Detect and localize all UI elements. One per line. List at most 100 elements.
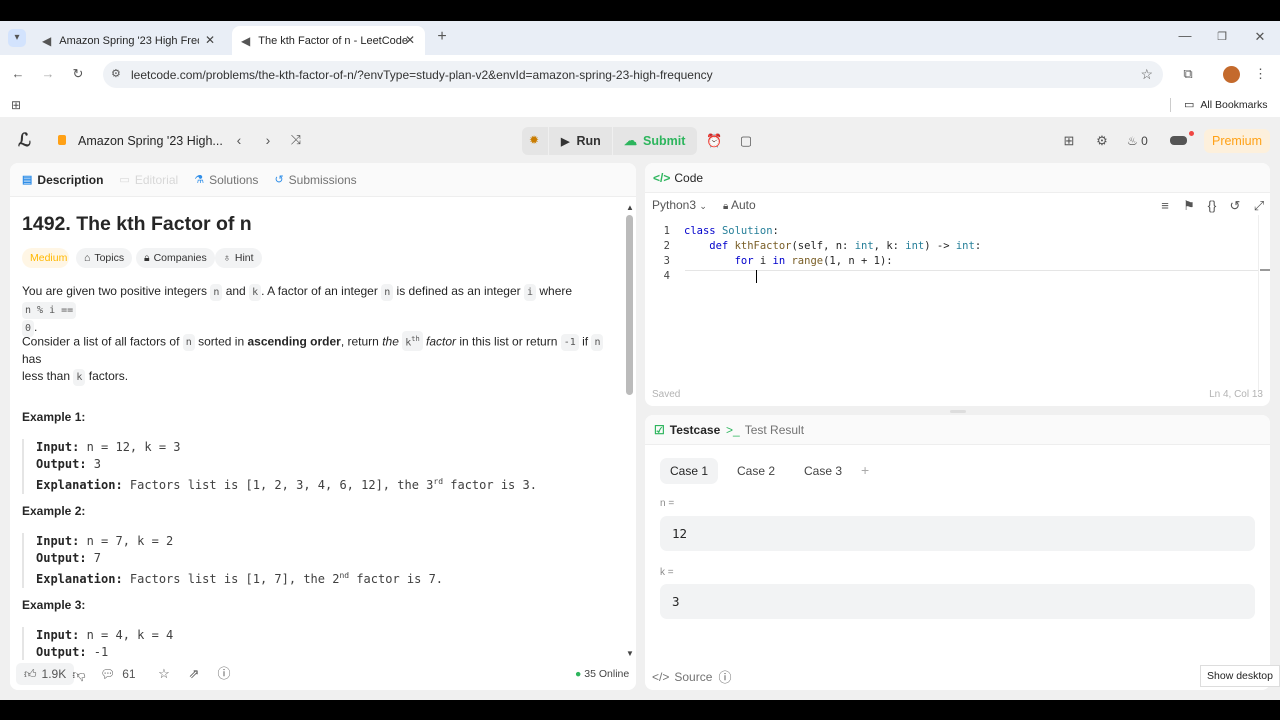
like-button[interactable]: 👍︎ 1.9K (16, 663, 75, 685)
class-name: Solution (721, 225, 773, 237)
lock-icon: 🔒︎ (723, 201, 729, 212)
close-tab-icon[interactable]: ✕ (205, 33, 215, 47)
code-i: i (523, 284, 537, 301)
tab-amazon-study-plan[interactable]: ◀ Amazon Spring '23 High Frequ ✕ (33, 26, 225, 55)
difficulty-badge[interactable]: Medium (22, 248, 69, 268)
run-button[interactable]: ▶ Run (549, 127, 612, 155)
tab-label: Description (37, 172, 104, 187)
tab-testcase[interactable]: ☑ Testcase (654, 423, 720, 437)
text: factors. (85, 369, 129, 384)
tab-kth-factor[interactable]: ◀ The kth Factor of n - LeetCode ✕ (232, 26, 425, 55)
submit-button[interactable]: ☁ Submit (613, 127, 697, 155)
auto-mode[interactable]: 🔒︎ Auto (723, 198, 756, 212)
reload-icon[interactable]: ↻ (70, 66, 86, 82)
description-panel: ▤ Description ▭ Editorial ⚗ Solutions ↺ Subm… (10, 163, 636, 690)
thumbs-down-icon[interactable]: 👎︎ (72, 667, 86, 683)
example-output: Output: 7 (36, 550, 443, 567)
problem-paragraph-1: You are given two positive integers n an… (22, 283, 617, 337)
forward-icon[interactable]: → (40, 66, 56, 82)
restore-icon[interactable]: ❐ (1215, 29, 1229, 45)
divider (1170, 98, 1171, 112)
problem-title: 1492. The kth Factor of n (22, 213, 252, 235)
tab-solutions[interactable]: ⚗ Solutions (194, 173, 258, 187)
tab-submissions[interactable]: ↺ Submissions (274, 173, 356, 187)
tab-editorial[interactable]: ▭ Editorial (119, 173, 178, 187)
description-scrollbar[interactable]: ▲ ▼ (626, 203, 634, 658)
input-value: n = 7, k = 2 (79, 534, 174, 548)
apps-grid-icon[interactable]: ⊞ (9, 97, 23, 113)
prev-problem-icon[interactable]: ‹ (233, 132, 245, 148)
help-icon[interactable]: ⓘ (217, 666, 231, 682)
back-icon[interactable]: ← (10, 66, 26, 82)
tab-code[interactable]: </> Code (653, 171, 703, 185)
avatar[interactable] (1170, 136, 1187, 145)
next-problem-icon[interactable]: › (262, 132, 274, 148)
site-info-icon[interactable]: ⚙ (111, 67, 121, 80)
timer-icon[interactable]: ⏰ (706, 133, 722, 149)
fire-icon: ♨ (1127, 134, 1138, 148)
close-tab-icon[interactable]: ✕ (405, 33, 415, 47)
example-1-block: Input: n = 12, k = 3 Output: 3 Explanati… (22, 439, 537, 494)
browser-tab-bar: ▾ ◀ Amazon Spring '23 High Frequ ✕ ◀ The… (0, 21, 1280, 55)
share-icon[interactable]: ⇗ (187, 666, 201, 682)
likes-count: 1.9K (41, 667, 67, 681)
param-k-input[interactable]: 3 (660, 584, 1255, 619)
language-select[interactable]: Python3 ⌄ (652, 198, 707, 212)
notes-icon[interactable]: ▢ (738, 133, 754, 149)
braces-icon[interactable]: {} (1205, 198, 1219, 214)
source-button[interactable]: </> Source (652, 670, 712, 684)
study-plan-title[interactable]: Amazon Spring '23 High... (78, 134, 223, 148)
reset-icon[interactable]: ↺ (1228, 198, 1242, 214)
text: if (578, 334, 592, 349)
comment-icon: 💬︎ (100, 667, 116, 681)
keyword: class (684, 225, 722, 237)
all-bookmarks[interactable]: ▭ All Bookmarks (1184, 98, 1268, 112)
topics-button[interactable]: ⌂ Topics (76, 248, 133, 268)
help-icon[interactable]: ⓘ (718, 670, 732, 686)
tab-search-icon[interactable]: ▾ (8, 29, 26, 47)
param-n-input[interactable]: 12 (660, 516, 1255, 551)
scroll-up-icon[interactable]: ▲ (626, 203, 634, 212)
leetcode-logo-icon[interactable]: ℒ (18, 130, 31, 151)
streak-counter[interactable]: ♨ 0 (1127, 134, 1148, 148)
debug-button[interactable]: ✹ (522, 127, 548, 155)
shuffle-icon[interactable]: ⤨ (288, 132, 304, 148)
favorite-star-icon[interactable]: ☆ (157, 666, 171, 682)
italic-text: factor (422, 334, 457, 349)
menu-kebab-icon[interactable]: ⋮ (1254, 66, 1267, 82)
fullscreen-icon[interactable]: ⤢ (1252, 198, 1266, 214)
hint-button[interactable]: ♁ Hint (215, 248, 262, 268)
source-label: Source (674, 670, 713, 684)
premium-button[interactable]: Premium (1204, 129, 1270, 153)
param-k-label: k = (660, 567, 674, 578)
tab-description[interactable]: ▤ Description (22, 173, 103, 187)
scrollbar-thumb[interactable] (626, 215, 633, 395)
tab-test-result[interactable]: >_ Test Result (726, 423, 804, 437)
bookmark-icon[interactable]: ⚑ (1182, 198, 1196, 214)
comments-button[interactable]: 💬︎ 61 (100, 667, 136, 681)
new-tab-icon[interactable]: + (434, 29, 450, 45)
output-value: -1 (86, 645, 109, 659)
profile-avatar[interactable] (1223, 66, 1240, 83)
panel-resize-handle[interactable] (950, 410, 966, 413)
text: sorted in (194, 334, 248, 349)
settings-gear-icon[interactable]: ⚙ (1094, 133, 1110, 149)
add-case-icon[interactable]: + (861, 462, 869, 478)
scroll-down-icon[interactable]: ▼ (626, 649, 634, 658)
bookmark-star-icon[interactable]: ☆ (1140, 66, 1153, 83)
case-1-tab[interactable]: Case 1 (660, 458, 718, 484)
code-brackets-icon: </> (652, 670, 670, 684)
line-number: 3 (663, 255, 670, 267)
address-bar[interactable]: ⚙ leetcode.com/problems/the-kth-factor-o… (103, 61, 1163, 88)
case-2-tab[interactable]: Case 2 (728, 458, 784, 484)
format-icon[interactable]: ≡ (1158, 198, 1172, 214)
explanation-label: Explanation: (36, 572, 123, 586)
leetcode-favicon-icon: ◀ (241, 33, 251, 48)
companies-button[interactable]: 🔒︎ Companies (136, 248, 215, 268)
close-window-icon[interactable]: ✕ (1253, 29, 1267, 45)
layout-icon[interactable]: ⊞ (1061, 133, 1077, 149)
case-3-tab[interactable]: Case 3 (795, 458, 851, 484)
lock-icon: 🔒︎ (144, 251, 150, 264)
minimize-icon[interactable]: — (1178, 28, 1192, 44)
extensions-icon[interactable]: ⧉ (1180, 66, 1196, 82)
